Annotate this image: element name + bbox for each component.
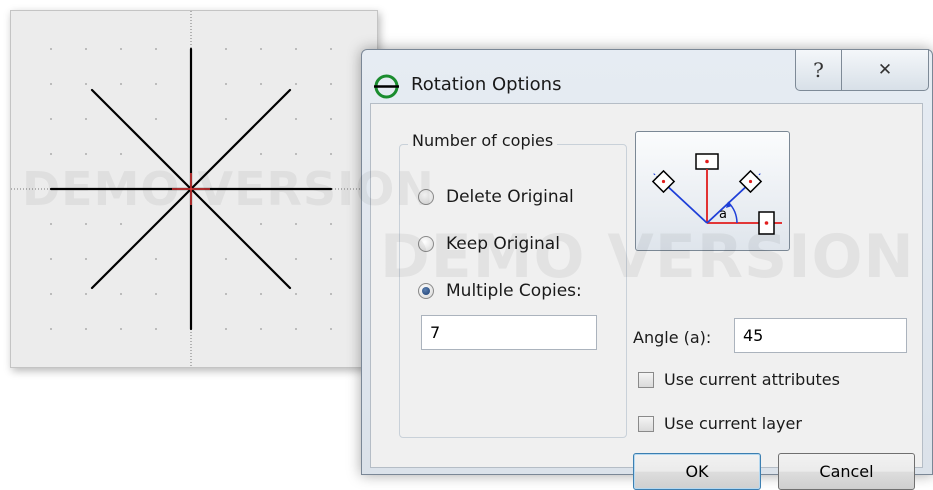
- grid-dot: [120, 328, 122, 330]
- grid-dot: [330, 83, 332, 85]
- grid-dot: [85, 83, 87, 85]
- grid-dot: [85, 258, 87, 260]
- rotation-icon: [374, 74, 399, 99]
- drawing-canvas[interactable]: [10, 10, 378, 368]
- grid-dot: [330, 293, 332, 295]
- grid-dot: [85, 153, 87, 155]
- close-button[interactable]: ✕: [841, 49, 929, 91]
- grid-dot: [225, 118, 227, 120]
- grid-dot: [155, 48, 157, 50]
- checkbox-use-current-attributes[interactable]: Use current attributes: [638, 370, 840, 389]
- grid-dot: [295, 258, 297, 260]
- grid-dot: [50, 153, 52, 155]
- grid-dot: [260, 328, 262, 330]
- grid-dot: [50, 293, 52, 295]
- dialog-title: Rotation Options: [411, 74, 562, 95]
- grid-dot: [155, 258, 157, 260]
- radio-button-checked[interactable]: [418, 283, 434, 299]
- grid-dot: [295, 118, 297, 120]
- grid-dot: [330, 153, 332, 155]
- grid-dot: [85, 328, 87, 330]
- checkbox-use-current-layer[interactable]: Use current layer: [638, 414, 802, 433]
- grid-dot: [295, 153, 297, 155]
- grid-dot: [330, 223, 332, 225]
- grid-dot: [295, 328, 297, 330]
- number-of-copies-group: Number of copies Delete Original Keep Or…: [399, 131, 627, 438]
- grid-dot: [295, 48, 297, 50]
- help-button[interactable]: ?: [795, 49, 842, 91]
- grid-dot: [225, 328, 227, 330]
- grid-dot: [155, 83, 157, 85]
- radio-label: Keep Original: [446, 234, 560, 254]
- grid-dot: [50, 223, 52, 225]
- canvas-drawing: [11, 11, 377, 367]
- grid-dot: [260, 83, 262, 85]
- grid-dot: [155, 293, 157, 295]
- radio-label: Multiple Copies:: [446, 281, 582, 301]
- grid-dot: [50, 83, 52, 85]
- grid-dot: [85, 293, 87, 295]
- grid-dot: [120, 48, 122, 50]
- grid-dot: [260, 48, 262, 50]
- rotation-diagram-button[interactable]: a: [635, 131, 790, 251]
- grid-dot: [295, 83, 297, 85]
- grid-dot: [330, 328, 332, 330]
- grid-dot: [85, 223, 87, 225]
- grid-dot: [260, 153, 262, 155]
- grid-dot: [225, 83, 227, 85]
- rotation-diagram-icon: a: [651, 153, 782, 235]
- grid-dot: [330, 118, 332, 120]
- grid-dot: [120, 293, 122, 295]
- grid-dot: [330, 258, 332, 260]
- grid-dot: [50, 118, 52, 120]
- grid-dot: [85, 48, 87, 50]
- radio-button[interactable]: [418, 189, 434, 205]
- ok-button[interactable]: OK: [633, 453, 761, 490]
- dialog-body: Number of copies Delete Original Keep Or…: [370, 103, 923, 490]
- radio-delete-original[interactable]: Delete Original: [418, 187, 574, 207]
- grid-dot: [85, 118, 87, 120]
- title-bar[interactable]: Rotation Options ? ✕: [362, 49, 932, 102]
- grid-dot: [330, 48, 332, 50]
- checkbox-label: Use current layer: [664, 414, 802, 433]
- grid-dot: [50, 48, 52, 50]
- checkbox[interactable]: [638, 371, 654, 388]
- radio-button[interactable]: [418, 236, 434, 252]
- grid-dot: [295, 223, 297, 225]
- angle-input[interactable]: 45: [734, 318, 907, 353]
- grid-dot: [295, 293, 297, 295]
- grid-dot: [260, 293, 262, 295]
- grid-dot: [120, 153, 122, 155]
- grid-dot: [155, 328, 157, 330]
- grid-dot: [120, 83, 122, 85]
- radio-multiple-copies[interactable]: Multiple Copies:: [418, 281, 582, 301]
- angle-marker-label: a: [719, 207, 727, 222]
- radio-keep-original[interactable]: Keep Original: [418, 234, 560, 254]
- help-icon: ?: [813, 58, 824, 82]
- rotation-options-dialog: Rotation Options ? ✕ Number of copies De…: [361, 49, 933, 490]
- radio-label: Delete Original: [446, 187, 574, 207]
- checkbox[interactable]: [638, 415, 654, 432]
- cancel-button[interactable]: Cancel: [778, 453, 915, 490]
- grid-dot: [155, 118, 157, 120]
- grid-dot: [50, 258, 52, 260]
- checkbox-label: Use current attributes: [664, 370, 840, 389]
- group-legend: Number of copies: [408, 131, 558, 150]
- angle-label: Angle (a):: [633, 328, 712, 347]
- close-icon: ✕: [877, 60, 893, 80]
- grid-dot: [225, 48, 227, 50]
- grid-dot: [120, 223, 122, 225]
- grid-dot: [50, 328, 52, 330]
- grid-dot: [225, 293, 227, 295]
- grid-dot: [225, 258, 227, 260]
- copies-count-input[interactable]: 7: [421, 315, 597, 350]
- grid-dot: [260, 223, 262, 225]
- origin-marker: [172, 173, 210, 205]
